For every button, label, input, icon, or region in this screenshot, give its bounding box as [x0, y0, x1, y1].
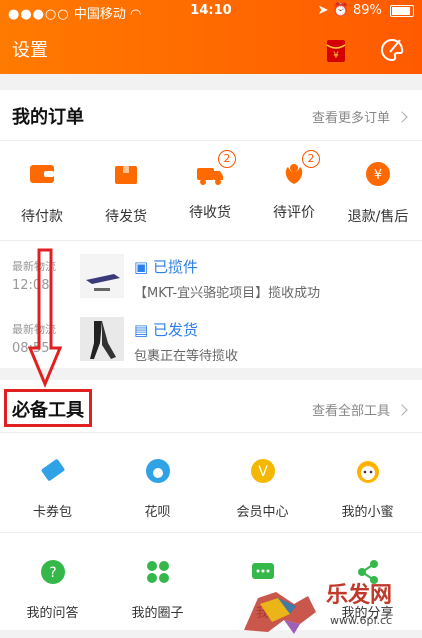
vip-icon: V: [250, 459, 275, 483]
view-all-tools-link[interactable]: 查看全部工具: [312, 400, 408, 419]
box-icon: [115, 166, 137, 184]
header-bar: ●●●○○ 中国移动 ◠ 14:10 ➤ ⏰ 89% 设置 ¥: [0, 0, 422, 74]
svg-text:?: ?: [49, 565, 56, 581]
logistics-row[interactable]: 最新物流 12:08 ▣ 已揽件 【MKT-宜兴骆驼项目】揽收成功: [0, 250, 422, 306]
red-envelope-icon[interactable]: ¥: [322, 36, 350, 64]
view-more-orders-link[interactable]: 查看更多订单: [312, 107, 408, 126]
tool-coupon-wallet[interactable]: 卡券包: [0, 455, 105, 520]
battery-percent: 89%: [352, 3, 382, 18]
yen-icon: ¥: [366, 162, 390, 186]
tool-my-qa[interactable]: ? 我的问答: [0, 556, 105, 621]
pending-receipt-badge: 2: [218, 150, 236, 168]
product-thumbnail: [80, 254, 124, 298]
chevron-right-icon: [396, 404, 408, 416]
location-icon: ➤: [317, 3, 329, 18]
package-icon: ▣: [134, 258, 149, 276]
order-pending-review[interactable]: 2 待评价: [252, 150, 336, 222]
svg-text:V: V: [258, 464, 268, 480]
alarm-icon: ⏰: [332, 3, 349, 18]
shipped-icon: ▤: [134, 321, 149, 339]
order-pending-payment[interactable]: 待付款: [0, 158, 84, 226]
order-pending-receipt[interactable]: 2 待收货: [168, 150, 252, 222]
svg-text:¥: ¥: [333, 51, 339, 61]
theme-palette-icon[interactable]: [378, 36, 406, 64]
watermark-title: 乐发网: [326, 582, 392, 608]
watermark-url: www.6pf.cc: [330, 614, 392, 627]
product-thumbnail: [80, 317, 124, 361]
circles-icon: [146, 561, 169, 583]
tool-my-circles[interactable]: 我的圈子: [105, 556, 210, 621]
order-pending-shipment[interactable]: 待发货: [84, 158, 168, 226]
question-icon: ?: [40, 560, 65, 584]
status-bar: ●●●○○ 中国移动 ◠ 14:10 ➤ ⏰ 89%: [0, 0, 422, 22]
orders-title: 我的订单: [12, 107, 84, 128]
chevron-right-icon: [396, 111, 408, 123]
tool-my-assistant[interactable]: 我的小蜜: [315, 455, 420, 520]
logistics-row[interactable]: 最新物流 08:55 ▤ 已发货 包裹正在等待揽收: [0, 313, 422, 369]
annotation-highlight-box: [4, 389, 92, 427]
svg-text:¥: ¥: [374, 168, 382, 183]
assistant-icon: [356, 461, 379, 483]
battery-icon: [390, 4, 414, 17]
wallet-icon: [30, 165, 54, 183]
tool-member-center[interactable]: V 会员中心: [210, 455, 315, 520]
pending-review-badge: 2: [302, 150, 320, 168]
order-refund-aftersale[interactable]: ¥ 退款/售后: [336, 158, 420, 226]
huabei-icon: [145, 459, 170, 483]
watermark-logo: 乐发网 www.6pf.cc: [244, 582, 392, 634]
page-title: 设置: [12, 40, 48, 61]
annotation-arrow-icon: [28, 248, 62, 388]
tool-huabei[interactable]: 花呗: [105, 455, 210, 520]
ticket-icon: [41, 459, 64, 481]
